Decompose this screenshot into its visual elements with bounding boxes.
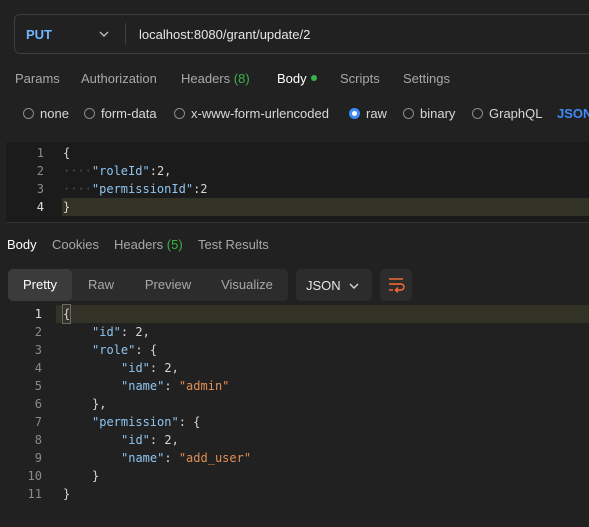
headers-count: (8) [233,71,250,86]
code-line: } [63,200,71,214]
response-headers-count: (5) [166,237,183,252]
radio-circle-icon [174,108,185,119]
radio-circle-icon [403,108,414,119]
line-number: 11 [27,487,42,501]
modified-dot-icon [310,75,317,81]
radio-label: form-data [101,106,157,121]
line-number: 5 [34,379,42,393]
radio-circle-icon [84,108,95,119]
tab-response-headers[interactable]: Headers (5) [114,237,183,252]
line-number: 8 [34,433,42,447]
tab-params[interactable]: Params [15,71,60,86]
code-line: "id": 2, [121,361,179,375]
tab-body[interactable]: Body [277,71,317,86]
line-number: 4 [34,361,42,375]
code-text: "roleId":2, [91,164,172,178]
view-visualize[interactable]: Visualize [206,269,288,301]
radio-checked-icon [349,108,360,119]
line-number: 3 [36,182,44,196]
code-line: "name": "add_user" [121,451,252,465]
radio-circle-icon [472,108,483,119]
radio-graphql[interactable]: GraphQL [472,106,542,121]
tab-headers[interactable]: Headers (8) [181,71,250,86]
line-number: 7 [34,415,42,429]
tab-response-headers-label: Headers [114,237,164,252]
line-number: 2 [34,325,42,339]
radio-label: GraphQL [489,106,543,121]
code-line: { [63,146,71,160]
code-line: "id": 2, [92,325,150,339]
radio-label: binary [420,106,456,121]
tab-scripts[interactable]: Scripts [340,71,380,86]
current-line-highlight [62,198,589,216]
response-body-viewer[interactable]: 1 2 3 4 5 6 7 8 9 10 11 { "id": 2, "role… [0,304,589,527]
body-type-options: none form-data x-www-form-urlencoded raw… [0,106,589,124]
view-raw[interactable]: Raw [72,269,130,301]
radio-label: raw [366,106,387,121]
response-format-select[interactable]: JSON [296,269,372,301]
indent-guide: ···· [63,164,92,178]
code-line: "name": "admin" [121,379,230,393]
radio-binary[interactable]: binary [403,106,455,121]
view-preview[interactable]: Preview [130,269,206,301]
line-number: 1 [34,307,42,321]
radio-raw[interactable]: raw [349,106,387,121]
url-input[interactable]: localhost:8080/grant/update/2 [139,27,310,42]
line-number: 4 [36,200,44,214]
tab-settings[interactable]: Settings [403,71,450,86]
line-number: 1 [36,146,44,160]
raw-format-select[interactable]: JSON [557,106,589,121]
line-number: 3 [34,343,42,357]
url-divider [125,23,126,45]
view-pretty[interactable]: Pretty [8,269,72,301]
tab-authorization[interactable]: Authorization [81,71,157,86]
chevron-down-icon[interactable] [98,28,110,40]
radio-form-data[interactable]: form-data [84,106,157,121]
current-line-highlight [56,305,589,323]
tab-test-results[interactable]: Test Results [198,237,269,252]
request-body-editor[interactable]: 1 2 3 4 { ····"roleId":2, ····"permissio… [6,142,589,223]
code-line: "permission": { [92,415,201,429]
code-line: { [61,304,72,324]
code-line: ····"permissionId":2 [63,180,208,198]
code-line: } [63,487,71,501]
wrap-lines-button[interactable] [380,269,412,301]
radio-label: x-www-form-urlencoded [191,106,329,121]
radio-none[interactable]: none [23,106,69,121]
line-number: 2 [36,164,44,178]
wrap-lines-icon [389,278,405,293]
code-line: "role": { [92,343,158,357]
line-number: 10 [27,469,42,483]
code-line: }, [92,397,107,411]
line-number: 9 [34,451,42,465]
radio-circle-icon [23,108,34,119]
indent-guide: ···· [63,182,92,196]
tab-headers-label: Headers [181,71,231,86]
response-format-label: JSON [306,278,341,293]
radio-x-www-form-urlencoded[interactable]: x-www-form-urlencoded [174,106,329,121]
tab-body-label: Body [277,71,307,86]
code-line: } [92,469,100,483]
url-bar: PUT localhost:8080/grant/update/2 [14,14,589,54]
code-text: "permissionId":2 [91,182,208,196]
tab-response-body[interactable]: Body [7,237,37,252]
radio-label: none [40,106,69,121]
code-line: "id": 2, [121,433,179,447]
tab-cookies[interactable]: Cookies [52,237,99,252]
view-mode-toggle: Pretty Raw Preview Visualize [8,269,288,301]
line-number: 6 [34,397,42,411]
code-line: ····"roleId":2, [63,162,171,180]
method-select[interactable]: PUT [26,27,52,42]
chevron-down-icon [349,283,359,289]
